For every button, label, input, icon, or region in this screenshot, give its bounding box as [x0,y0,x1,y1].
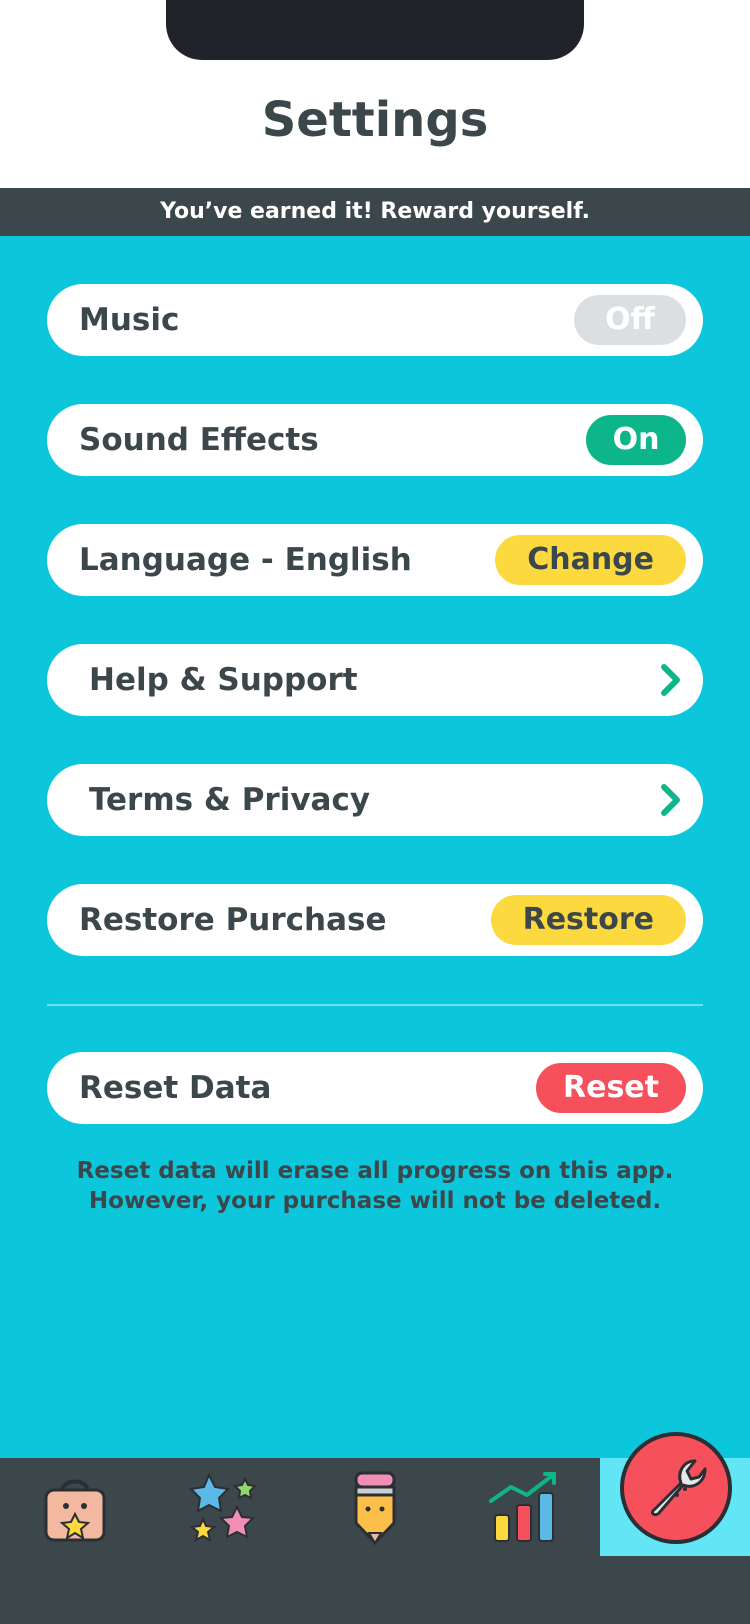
stars-icon [188,1472,258,1543]
help-support-row[interactable]: Help & Support [47,644,703,716]
restore-purchase-row: Restore Purchase Restore [47,884,703,956]
tab-settings[interactable] [620,1432,732,1544]
reset-note: Reset data will erase all progress on th… [47,1156,703,1216]
page-title: Settings [261,92,489,148]
reward-banner[interactable]: You’ve earned it! Reward yourself. [0,188,750,236]
restore-button[interactable]: Restore [490,895,686,945]
music-row: Music Off [47,284,703,356]
reset-note-line-2: However, your purchase will not be delet… [88,1188,662,1214]
tab-practice[interactable] [300,1458,450,1556]
wrench-icon [651,1459,707,1517]
divider [47,1004,703,1006]
chevron-right-icon [656,780,686,820]
pencil-icon [354,1471,396,1545]
shop-bag-icon [44,1479,106,1542]
help-support-label: Help & Support [89,662,358,698]
chart-icon [489,1472,556,1542]
tab-shop[interactable] [0,1458,150,1556]
reset-note-line-1: Reset data will erase all progress on th… [76,1158,674,1184]
reset-data-label: Reset Data [79,1070,272,1106]
tab-progress[interactable] [450,1458,600,1556]
reset-data-row: Reset Data Reset [47,1052,703,1124]
device-notch [166,0,584,60]
chevron-right-icon [656,660,686,700]
restore-purchase-label: Restore Purchase [79,902,387,938]
terms-privacy-row[interactable]: Terms & Privacy [47,764,703,836]
reset-button[interactable]: Reset [536,1063,686,1113]
sound-effects-label: Sound Effects [79,422,319,458]
language-label: Language - English [79,542,412,578]
sound-effects-toggle[interactable]: On [586,415,686,465]
language-row: Language - English Change [47,524,703,596]
music-label: Music [79,302,180,338]
tab-rewards[interactable] [150,1458,300,1556]
music-toggle[interactable]: Off [574,295,686,345]
change-language-button[interactable]: Change [495,535,686,585]
terms-privacy-label: Terms & Privacy [89,782,371,818]
sound-effects-row: Sound Effects On [47,404,703,476]
